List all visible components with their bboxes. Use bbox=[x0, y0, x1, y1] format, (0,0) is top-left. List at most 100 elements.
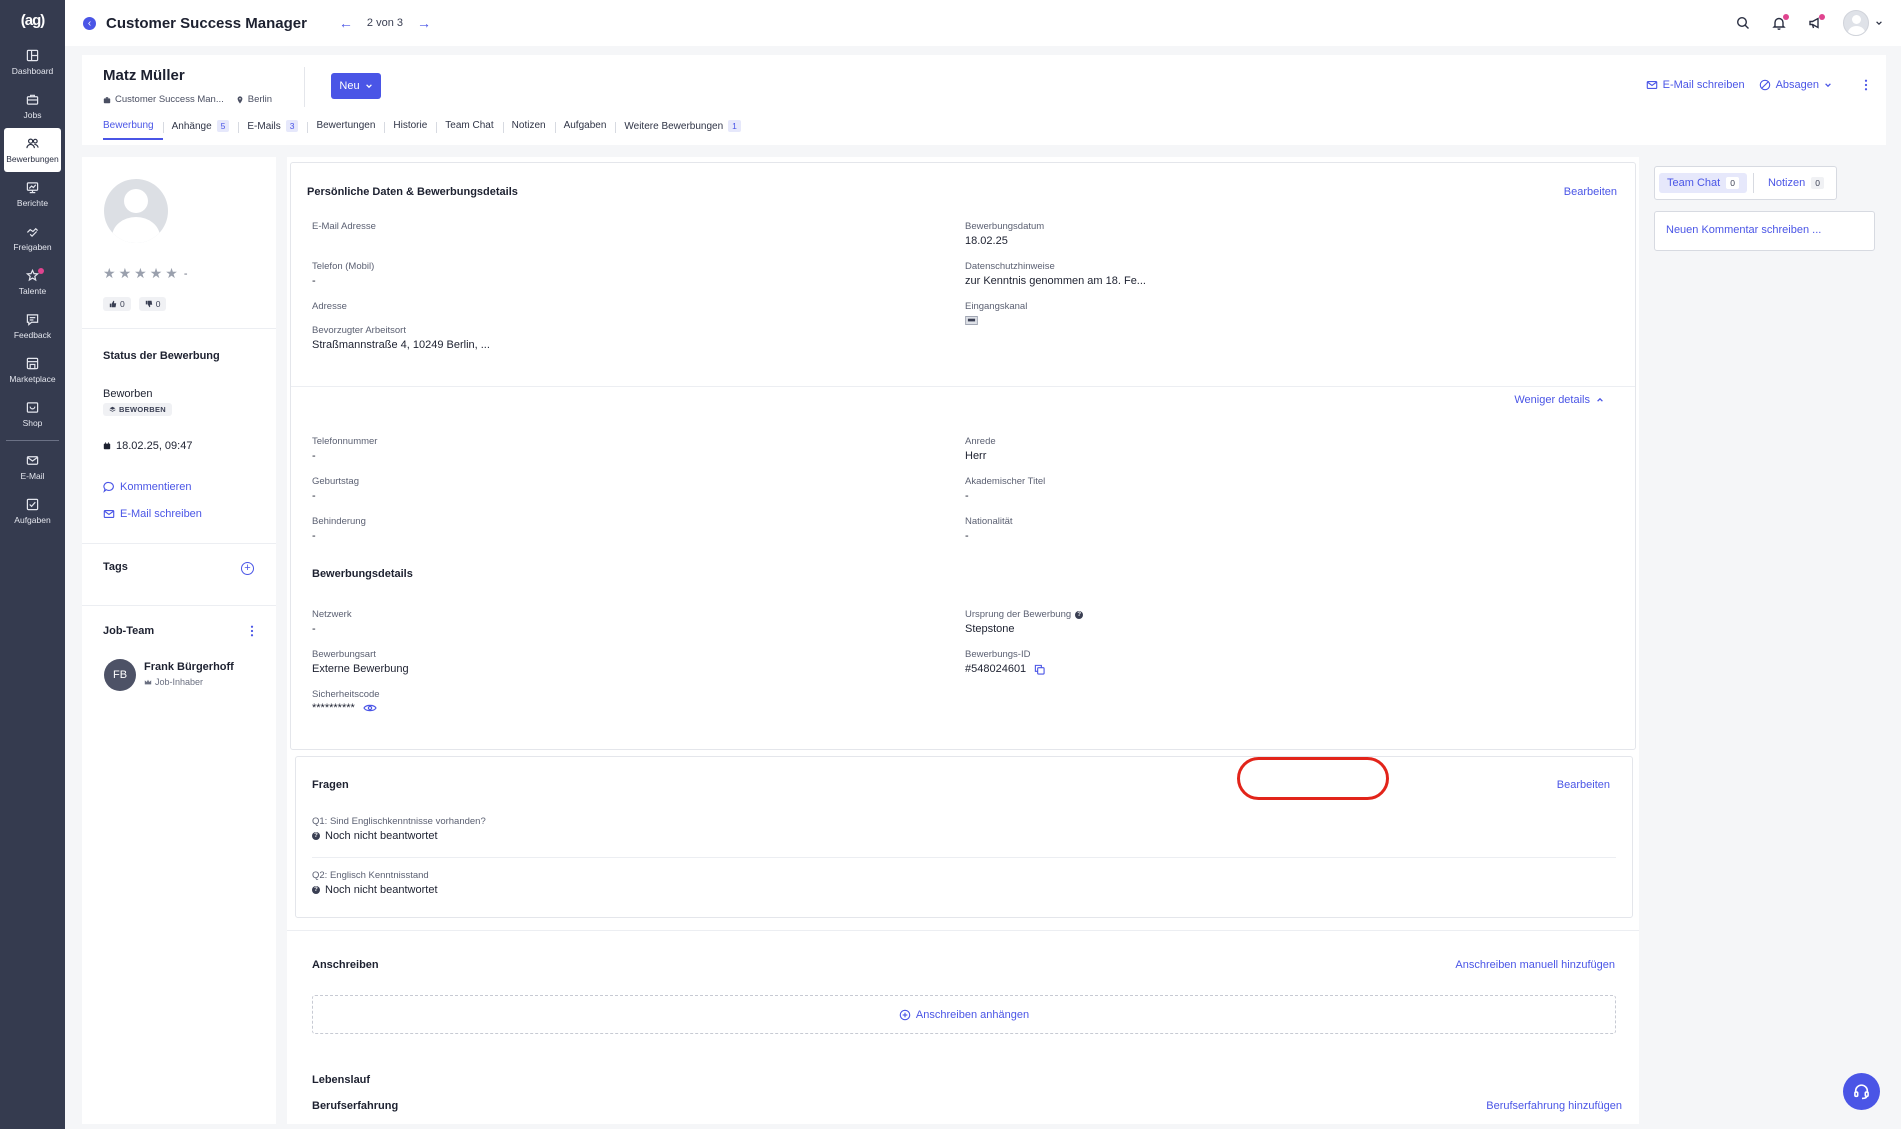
field-value: - bbox=[312, 623, 316, 635]
application-details: Persönliche Daten & Bewerbungsdetails Be… bbox=[287, 157, 1639, 1124]
thumbs-up-icon bbox=[109, 300, 117, 308]
tab-label: Historie bbox=[393, 120, 428, 131]
field-value: zur Kenntnis genommen am 18. Fe... bbox=[965, 275, 1146, 287]
field-label: Eingangskanal bbox=[965, 301, 1028, 312]
app-logo[interactable]: (ag) bbox=[0, 0, 65, 40]
more-vertical-icon[interactable] bbox=[250, 625, 254, 637]
page-title: Customer Success Manager bbox=[106, 14, 307, 32]
add-cover-manual-link[interactable]: Anschreiben manuell hinzufügen bbox=[1455, 959, 1615, 971]
field-value: - bbox=[312, 450, 316, 462]
nav-freigaben[interactable]: Freigaben bbox=[4, 216, 61, 260]
side-navigation: (ag) Dashboard Jobs Bewerbungen Berichte… bbox=[0, 0, 65, 1129]
reject-button[interactable]: Absagen bbox=[1759, 79, 1832, 91]
nav-feedback[interactable]: Feedback bbox=[4, 304, 61, 348]
upvote-button[interactable]: 0 bbox=[103, 297, 131, 311]
field-label: Telefon (Mobil) bbox=[312, 261, 375, 272]
copy-icon[interactable] bbox=[1034, 664, 1045, 675]
divider bbox=[82, 605, 276, 606]
tab-team-chat[interactable]: Team Chat bbox=[436, 120, 502, 138]
field-label: Bevorzugter Arbeitsort bbox=[312, 325, 406, 336]
status-title: Status der Bewerbung bbox=[103, 350, 220, 362]
megaphone-icon[interactable] bbox=[1807, 14, 1825, 31]
new-comment-input[interactable]: Neuen Kommentar schreiben ... bbox=[1654, 211, 1875, 251]
candidate-name: Matz Müller bbox=[103, 67, 185, 84]
eye-icon[interactable] bbox=[363, 703, 377, 713]
nav-dashboard[interactable]: Dashboard bbox=[4, 40, 61, 84]
nav-talente[interactable]: Talente bbox=[4, 260, 61, 304]
tab-team-chat-side[interactable]: Team Chat 0 bbox=[1659, 173, 1747, 193]
more-vertical-icon[interactable] bbox=[1864, 79, 1868, 91]
status-text: Beworben bbox=[103, 388, 153, 400]
nav-shop[interactable]: Shop bbox=[4, 392, 61, 436]
back-icon[interactable]: ‹ bbox=[83, 16, 96, 30]
downvote-button[interactable]: 0 bbox=[138, 297, 167, 311]
tab-historie[interactable]: Historie bbox=[384, 120, 436, 138]
section-title: Fragen bbox=[312, 779, 349, 791]
email-write-button[interactable]: E-Mail schreiben bbox=[1646, 79, 1745, 91]
field-value: - bbox=[965, 530, 969, 542]
candidate-meta: Customer Success Man... Berlin bbox=[103, 94, 272, 105]
nav-label: Shop bbox=[22, 417, 43, 428]
star-icon[interactable]: ★ bbox=[165, 265, 178, 282]
question-text: Q2: Englisch Kenntnisstand bbox=[312, 870, 429, 881]
tab-bewertungen[interactable]: Bewertungen bbox=[307, 120, 384, 138]
location-pin-icon bbox=[237, 95, 243, 104]
edit-questions-link[interactable]: Bearbeiten bbox=[1557, 779, 1610, 791]
edit-personal-link[interactable]: Bearbeiten bbox=[1564, 186, 1617, 198]
star-icon[interactable]: ★ bbox=[150, 265, 163, 282]
tab-label: Bewertungen bbox=[316, 120, 376, 131]
tab-label: Aufgaben bbox=[563, 120, 607, 131]
application-id: #548024601 bbox=[965, 663, 1045, 675]
nav-bewerbungen[interactable]: Bewerbungen bbox=[4, 128, 61, 172]
field-value: - bbox=[312, 530, 316, 542]
status-badge: BEWORBEN bbox=[103, 403, 172, 416]
field-label: Akademischer Titel bbox=[965, 476, 1046, 487]
new-button[interactable]: Neu bbox=[331, 73, 381, 99]
tab-weitere-bewerbungen[interactable]: Weitere Bewerbungen 1 bbox=[615, 120, 750, 139]
nav-email[interactable]: E-Mail bbox=[4, 445, 61, 489]
star-icon[interactable]: ★ bbox=[134, 265, 147, 282]
nav-berichte[interactable]: Berichte bbox=[4, 172, 61, 216]
tab-anhaenge[interactable]: Anhänge 5 bbox=[162, 120, 239, 139]
bell-icon[interactable] bbox=[1771, 14, 1789, 31]
rating-stars[interactable]: ★ ★ ★ ★ ★ - bbox=[103, 265, 187, 282]
attach-cover-dropzone[interactable]: Anschreiben anhängen bbox=[312, 995, 1616, 1034]
votes: 0 0 bbox=[103, 297, 167, 311]
search-icon[interactable] bbox=[1735, 15, 1751, 31]
add-tag-icon[interactable]: + bbox=[241, 562, 254, 575]
tab-bewerbung[interactable]: Bewerbung bbox=[103, 120, 163, 140]
tab-notizen[interactable]: Notizen bbox=[502, 120, 555, 138]
nav-marketplace[interactable]: Marketplace bbox=[4, 348, 61, 392]
nav-label: Jobs bbox=[23, 109, 42, 120]
comment-link[interactable]: Kommentieren bbox=[103, 481, 192, 493]
field-value: - bbox=[312, 275, 316, 287]
tab-label: Team Chat bbox=[445, 120, 494, 131]
status-date-text: 18.02.25, 09:47 bbox=[116, 440, 193, 452]
support-chat-button[interactable] bbox=[1843, 1073, 1880, 1110]
nav-jobs[interactable]: Jobs bbox=[4, 84, 61, 128]
section-title: Lebenslauf bbox=[312, 1074, 371, 1086]
star-icon[interactable]: ★ bbox=[103, 265, 116, 282]
tab-divider bbox=[1752, 173, 1754, 193]
next-arrow-icon[interactable]: → bbox=[417, 15, 431, 31]
star-icon[interactable]: ★ bbox=[119, 265, 132, 282]
tab-notizen-side[interactable]: Notizen 0 bbox=[1760, 173, 1832, 193]
questions-card: Fragen Bearbeiten Q1: Sind Englischkennt… bbox=[295, 756, 1633, 918]
headset-icon bbox=[1854, 1084, 1869, 1100]
less-details-toggle[interactable]: Weniger details bbox=[1514, 394, 1604, 406]
add-experience-link[interactable]: Berufserfahrung hinzufügen bbox=[1486, 1100, 1622, 1112]
field-label: Datenschutzhinweise bbox=[965, 261, 1055, 272]
help-icon[interactable]: ? bbox=[1075, 610, 1084, 619]
user-menu[interactable] bbox=[1843, 10, 1883, 36]
prev-arrow-icon[interactable]: ← bbox=[339, 15, 353, 31]
email-link[interactable]: E-Mail schreiben bbox=[103, 508, 202, 520]
field-value: Straßmannstraße 4, 10249 Berlin, ... bbox=[312, 339, 490, 351]
field-label: Sicherheitscode bbox=[312, 689, 380, 700]
tab-emails[interactable]: E-Mails 3 bbox=[238, 120, 307, 139]
candidate-pager: ← 2 von 3 → bbox=[339, 15, 431, 31]
location-meta: Berlin bbox=[236, 94, 272, 105]
nav-aufgaben[interactable]: Aufgaben bbox=[4, 489, 61, 533]
tab-aufgaben[interactable]: Aufgaben bbox=[554, 120, 616, 138]
chevron-down-icon bbox=[365, 84, 372, 89]
briefcase-icon bbox=[26, 94, 39, 105]
